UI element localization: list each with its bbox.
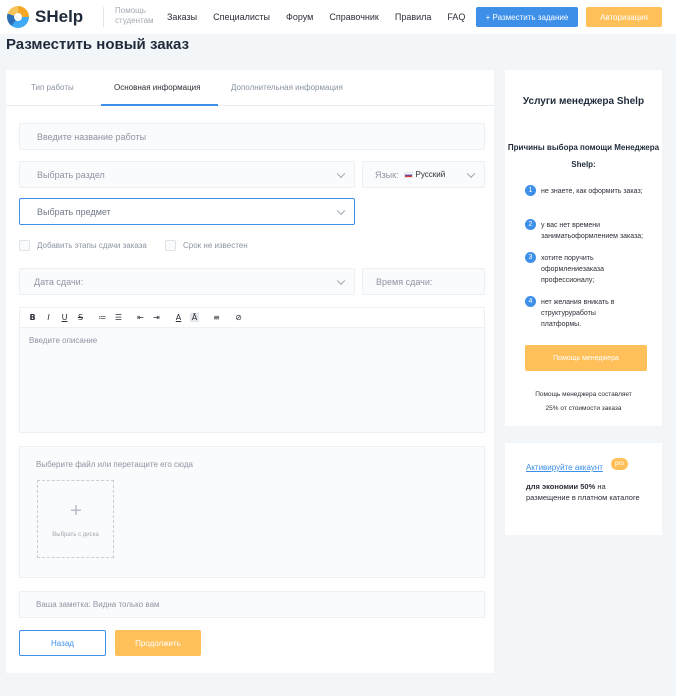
login-button[interactable]: Авторизация xyxy=(586,7,662,27)
manager-panel-title: Услуги менеджера Shelp xyxy=(522,96,645,107)
language-select[interactable]: Язык: Русский xyxy=(362,161,485,188)
add-stages-label: Добавить этапы сдачи заказа xyxy=(37,241,147,250)
drop-zone[interactable]: + Выбрать с диска xyxy=(37,480,114,558)
plus-icon: + xyxy=(70,500,82,522)
nav-specialists[interactable]: Специалисты xyxy=(213,12,270,22)
underline-button[interactable]: U xyxy=(60,313,69,322)
russian-flag-icon xyxy=(403,171,413,178)
nav-forum[interactable]: Форум xyxy=(286,12,313,22)
upload-label: Выберите файл или перетащите его сюда xyxy=(36,460,193,469)
post-task-button[interactable]: + Разместить задание xyxy=(476,7,578,27)
editor-toolbar: B I U S ≔ ☰ ⇤ ⇥ A Ā ≡ ⊘ xyxy=(20,308,484,328)
chevron-down-icon xyxy=(466,169,476,178)
chevron-down-icon xyxy=(336,276,346,285)
order-form-card: Тип работы Основная информация Дополните… xyxy=(6,70,494,673)
form-tabs: Тип работы Основная информация Дополните… xyxy=(6,70,494,106)
manager-help-button[interactable]: Помощь менеджера xyxy=(525,345,647,371)
clear-format-icon[interactable]: ⊘ xyxy=(234,313,243,322)
choose-from-disk-label: Выбрать с диска xyxy=(52,532,99,538)
language-value: Русский xyxy=(415,170,446,179)
number-badge: 4 xyxy=(525,296,536,307)
nav-reference[interactable]: Справочник xyxy=(329,12,379,22)
top-header: SHelp Помощь студентам Заказы Специалист… xyxy=(0,0,676,34)
ordered-list-icon[interactable]: ≔ xyxy=(98,313,107,322)
due-date-select[interactable]: Дата сдачи: xyxy=(19,268,355,295)
due-date-label: Дата сдачи: xyxy=(34,276,84,287)
checkbox-box[interactable] xyxy=(19,240,30,251)
add-stages-checkbox[interactable]: Добавить этапы сдачи заказа xyxy=(19,240,147,251)
bullet-list-icon[interactable]: ☰ xyxy=(114,313,123,322)
nav-rules[interactable]: Правила xyxy=(395,12,432,22)
highlight-icon[interactable]: Ā xyxy=(190,313,199,322)
language-label: Язык: xyxy=(375,169,399,180)
manager-fee-note: Помощь менеджера составляет 25% от стоим… xyxy=(535,391,632,412)
section-select-label: Выбрать раздел xyxy=(37,169,105,180)
subject-select-label: Выбрать предмет xyxy=(37,206,111,217)
continue-button[interactable]: Продолжить xyxy=(115,630,201,656)
reason-item: 3 хотите поручить оформлениезаказа профе… xyxy=(525,252,640,286)
manager-panel-subtitle: Причины выбора помощи Менеджера Shelp: xyxy=(507,143,660,169)
number-badge: 2 xyxy=(525,219,536,230)
promo-text: для экономии 50% на размещение в платном… xyxy=(526,481,651,503)
logo-subtitle: Помощь студентам xyxy=(115,6,154,25)
align-icon[interactable]: ≡ xyxy=(212,313,221,322)
activate-account-link[interactable]: Активируйте аккаунт xyxy=(526,463,603,472)
file-upload-area[interactable]: Выберите файл или перетащите его сюда + … xyxy=(19,446,485,578)
reason-text: хотите поручить оформлениезаказа професс… xyxy=(541,255,604,284)
logo-text[interactable]: SHelp xyxy=(35,7,83,27)
subject-select[interactable]: Выбрать предмет xyxy=(19,198,355,225)
section-select[interactable]: Выбрать раздел xyxy=(19,161,355,188)
bold-button[interactable]: B xyxy=(28,313,37,322)
indent-icon[interactable]: ⇥ xyxy=(152,313,161,322)
italic-button[interactable]: I xyxy=(44,313,53,322)
outdent-icon[interactable]: ⇤ xyxy=(136,313,145,322)
reason-item: 1 не знаете, как оформить заказ; xyxy=(525,185,645,197)
chevron-down-icon xyxy=(336,169,346,178)
tab-work-type[interactable]: Тип работы xyxy=(31,83,74,92)
reason-item: 4 нет желания вникать в структуруработы … xyxy=(525,296,635,330)
pro-badge: pro xyxy=(611,458,628,470)
checkbox-box[interactable] xyxy=(165,240,176,251)
pro-promo-panel: Активируйте аккаунт pro для экономии 50%… xyxy=(505,443,662,535)
private-note-input[interactable]: Ваша заметка: Видна только вам xyxy=(19,591,485,618)
tab-additional-info[interactable]: Дополнительная информация xyxy=(231,83,343,92)
deadline-unknown-checkbox[interactable]: Срок не известен xyxy=(165,240,248,251)
page-title: Разместить новый заказ xyxy=(6,36,190,53)
strikethrough-button[interactable]: S xyxy=(76,313,85,322)
number-badge: 3 xyxy=(525,252,536,263)
nav-orders[interactable]: Заказы xyxy=(167,12,197,22)
reason-text: у вас нет времени заниматьоформлением за… xyxy=(541,222,644,240)
back-button[interactable]: Назад xyxy=(19,630,106,656)
description-editor[interactable]: B I U S ≔ ☰ ⇤ ⇥ A Ā ≡ ⊘ Введите описание xyxy=(19,307,485,433)
text-color-icon[interactable]: A xyxy=(174,313,183,322)
tab-main-info[interactable]: Основная информация xyxy=(114,83,200,92)
work-title-input[interactable]: Введите название работы xyxy=(19,123,485,150)
active-tab-indicator xyxy=(101,104,218,106)
nav-faq[interactable]: FAQ xyxy=(447,12,465,22)
main-nav: Заказы Специалисты Форум Справочник Прав… xyxy=(167,12,481,22)
shelp-logo-icon[interactable] xyxy=(7,6,29,28)
promo-text-bold: для экономии 50% xyxy=(526,482,596,491)
chevron-down-icon xyxy=(336,206,346,215)
number-badge: 1 xyxy=(525,185,536,196)
reason-text: нет желания вникать в структуруработы пл… xyxy=(541,299,615,328)
due-time-input[interactable]: Время сдачи: xyxy=(362,268,485,295)
reason-text: не знаете, как оформить заказ; xyxy=(541,188,643,195)
deadline-unknown-label: Срок не известен xyxy=(183,241,248,250)
description-placeholder: Введите описание xyxy=(29,336,98,345)
reason-item: 2 у вас нет времени заниматьоформлением … xyxy=(525,219,651,242)
logo-divider xyxy=(103,7,104,27)
manager-services-panel: Услуги менеджера Shelp Причины выбора по… xyxy=(505,70,662,426)
